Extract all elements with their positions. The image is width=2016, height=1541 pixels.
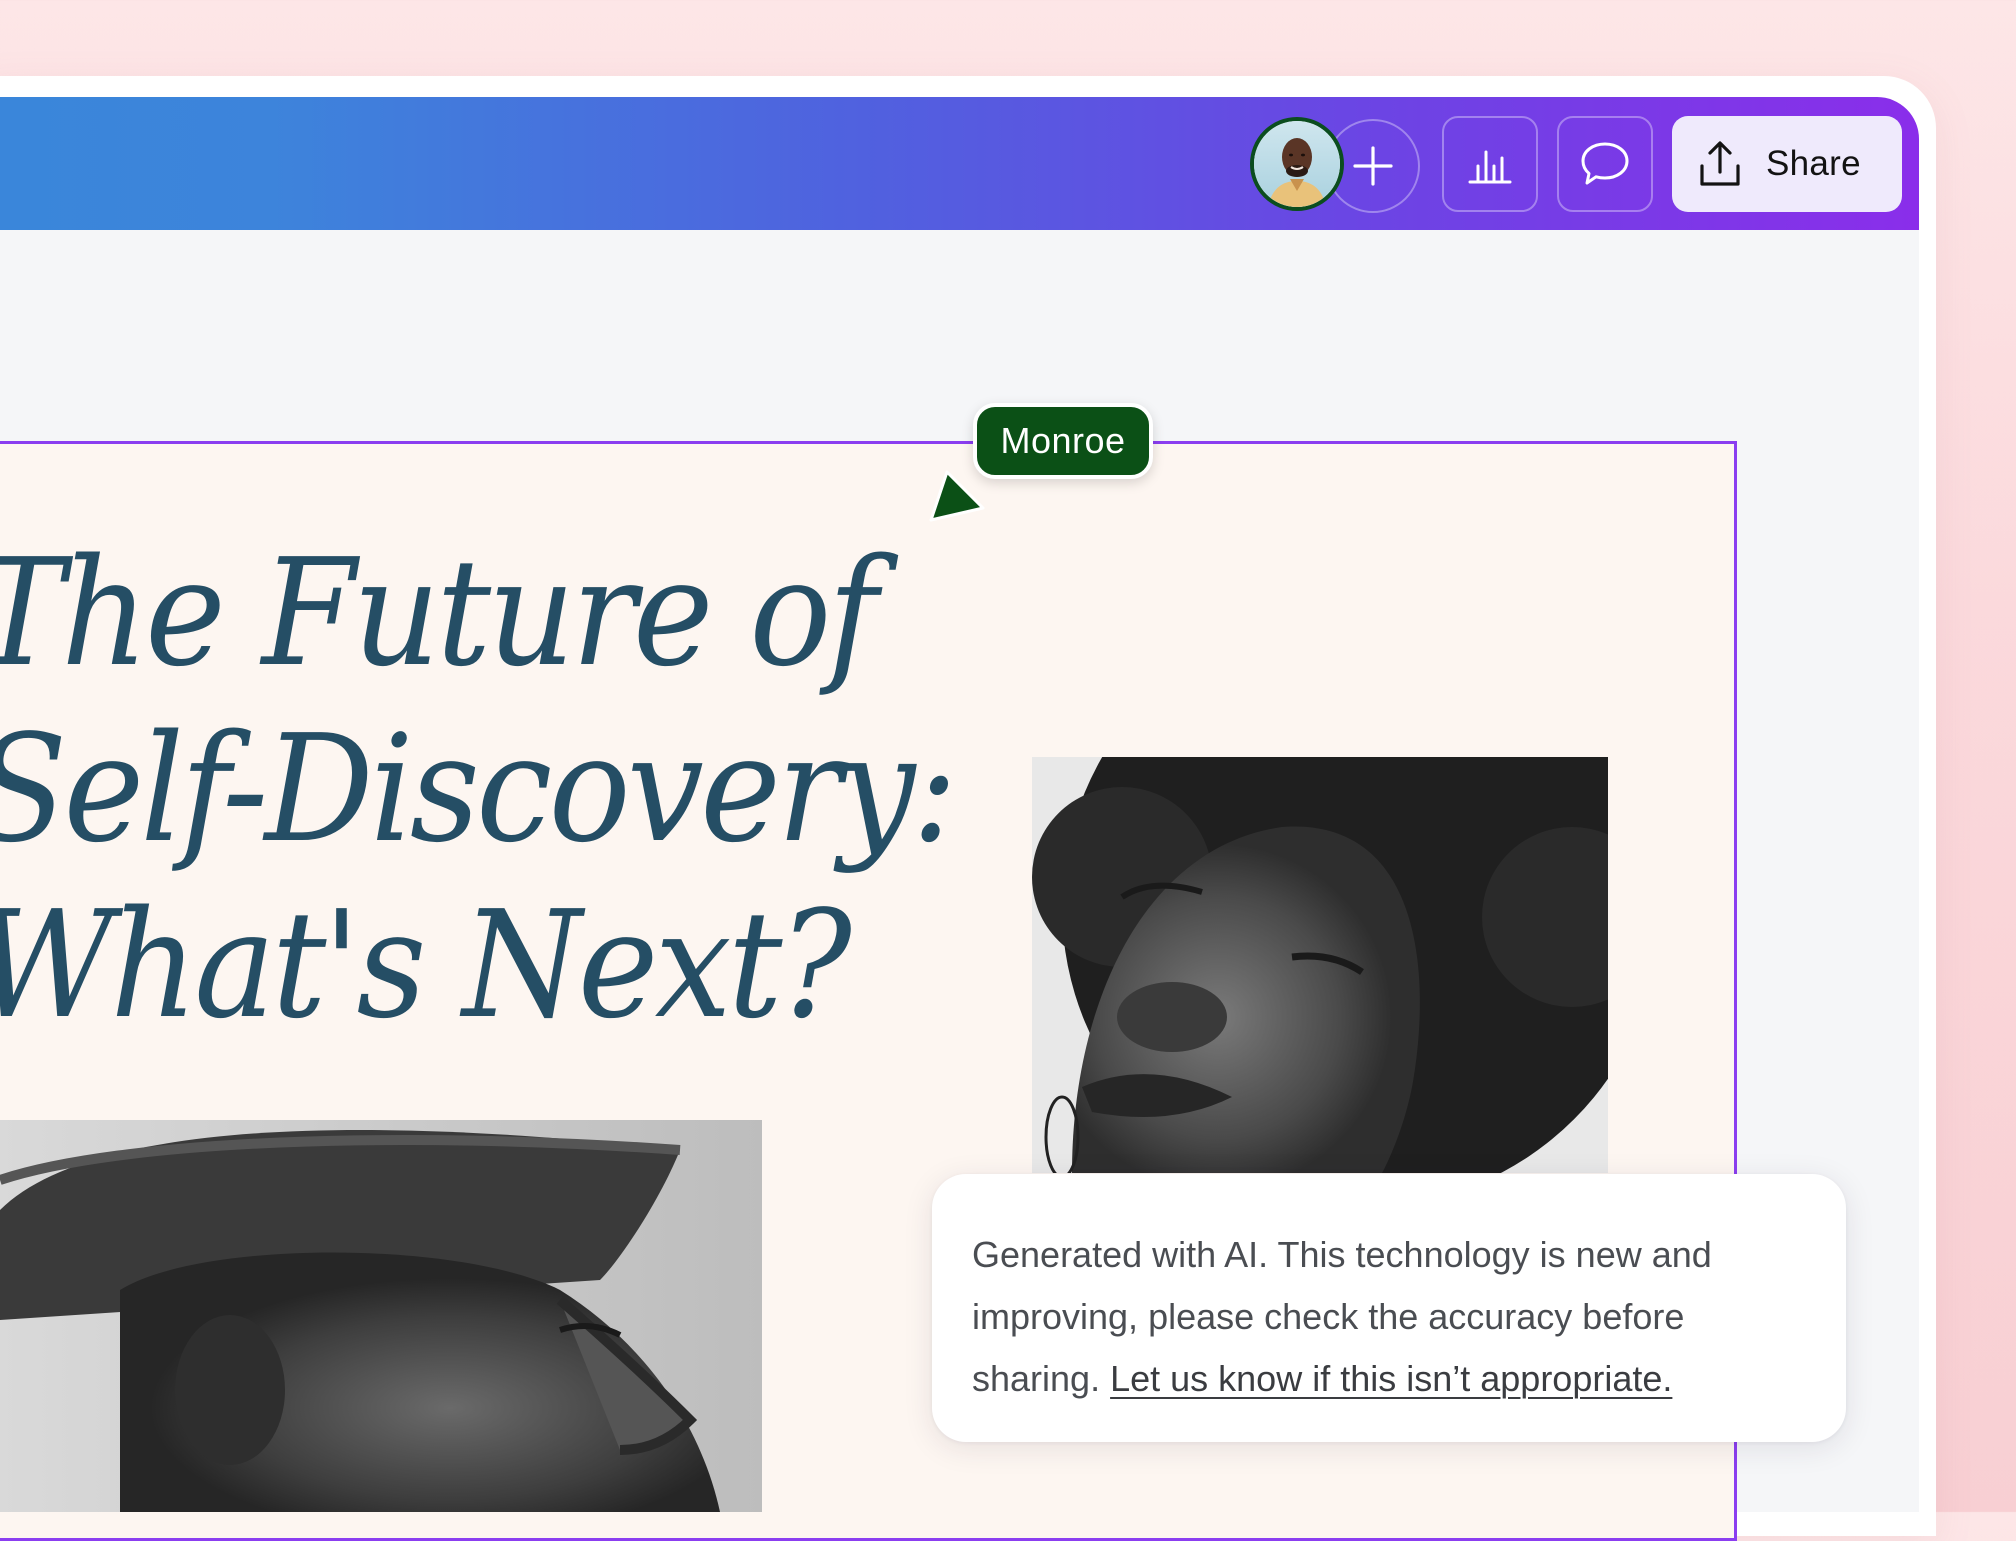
headline-line-2: Self-Discovery: xyxy=(0,703,958,875)
man-portrait-image xyxy=(0,1120,762,1512)
woman-portrait-image xyxy=(1032,757,1608,1173)
collaborator-cursor-icon xyxy=(929,470,985,522)
share-button-label: Share xyxy=(1766,144,1861,183)
speech-bubble-icon xyxy=(1581,142,1629,185)
portrait-photo-man[interactable] xyxy=(0,1120,762,1512)
collaborator-name: Monroe xyxy=(1000,420,1126,461)
plus-icon xyxy=(1353,146,1393,186)
comments-button[interactable] xyxy=(1557,116,1653,212)
ai-notice-card: Generated with AI. This technology is ne… xyxy=(932,1174,1846,1442)
share-button[interactable]: Share xyxy=(1672,116,1902,212)
ai-notice-text: Generated with AI. This technology is ne… xyxy=(972,1224,1806,1410)
avatar-photo xyxy=(1254,121,1340,207)
headline-line-3: What's Next? xyxy=(0,879,852,1051)
collaborator-name-tag: Monroe xyxy=(973,403,1153,479)
report-inappropriate-link[interactable]: Let us know if this isn’t appropriate. xyxy=(1110,1358,1672,1399)
insights-button[interactable] xyxy=(1442,116,1538,212)
headline-line-1: The Future of xyxy=(0,527,878,699)
user-avatar[interactable] xyxy=(1250,117,1344,211)
upload-icon xyxy=(1700,141,1740,186)
bar-chart-icon xyxy=(1468,150,1512,184)
headline-text[interactable]: The Future of Self-Discovery: What's Nex… xyxy=(0,525,958,1053)
portrait-photo-woman[interactable] xyxy=(1032,757,1608,1173)
